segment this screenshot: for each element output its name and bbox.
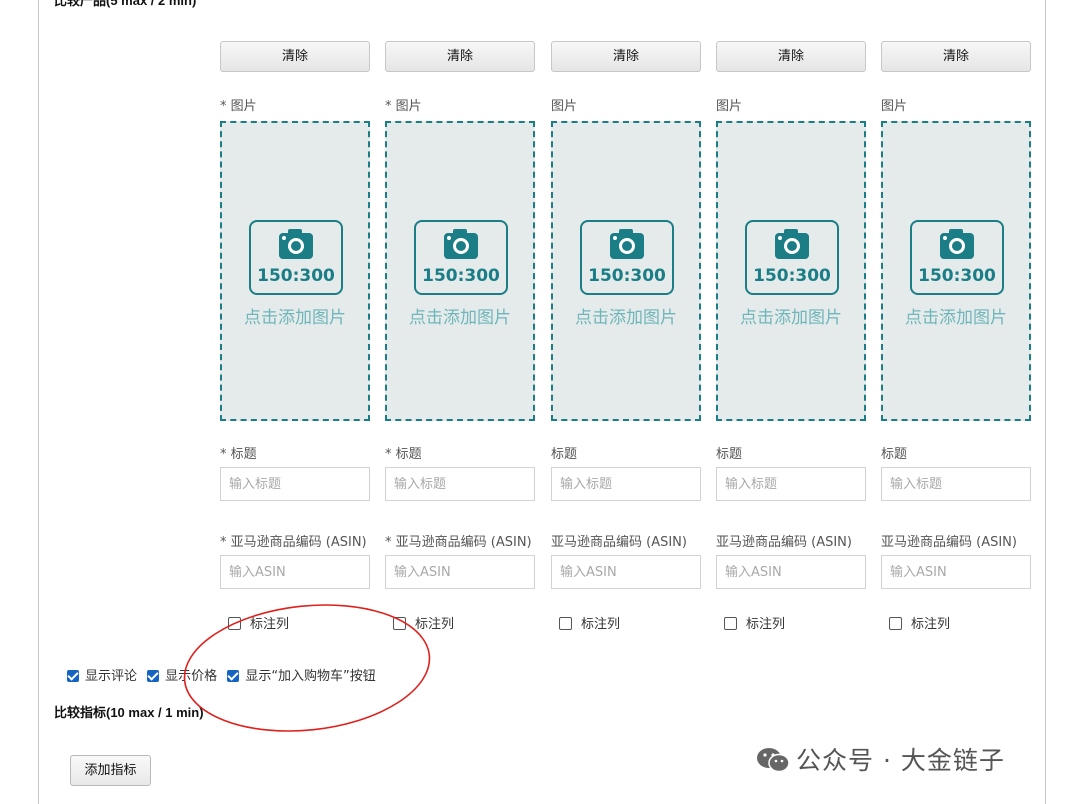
mark-column-label: 标注列: [911, 617, 951, 632]
compare-products-title: 比较产品(5 max / 2 min): [54, 0, 197, 8]
asin-label: 亚马逊商品编码 (ASIN): [881, 535, 1017, 550]
show-price-checkbox[interactable]: [147, 670, 160, 682]
add-image-text: 点击添加图片: [740, 308, 842, 328]
show-reviews-checkbox[interactable]: [67, 670, 79, 682]
clear-button[interactable]: 清除: [716, 41, 866, 72]
add-image-text: 点击添加图片: [905, 308, 1007, 328]
asin-input[interactable]: [385, 555, 535, 589]
image-ratio-text: 150:300: [257, 266, 335, 286]
asin-input[interactable]: [881, 555, 1031, 589]
add-metric-button[interactable]: 添加指标: [70, 755, 151, 786]
add-image-text: 点击添加图片: [244, 308, 346, 328]
asin-input[interactable]: [551, 555, 701, 589]
add-image-text: 点击添加图片: [575, 308, 677, 328]
camera-icon: [775, 229, 809, 259]
add-image-text: 点击添加图片: [409, 308, 511, 328]
mark-column-label: 标注列: [581, 617, 621, 632]
image-label: 图片: [551, 99, 578, 114]
image-ratio-text: 150:300: [753, 266, 831, 286]
asin-label: * 亚马逊商品编码 (ASIN): [220, 535, 367, 550]
image-label: * 图片: [220, 99, 257, 114]
clear-button[interactable]: 清除: [385, 41, 535, 72]
image-placeholder-frame: 150:300: [414, 220, 508, 295]
clear-button[interactable]: 清除: [551, 41, 701, 72]
mark-column-option: 标注列: [559, 613, 620, 632]
annotation-circle: [183, 604, 431, 732]
title-input[interactable]: [551, 467, 701, 501]
image-upload-area[interactable]: 150:300 点击添加图片: [716, 121, 866, 421]
asin-label: * 亚马逊商品编码 (ASIN): [385, 535, 532, 550]
image-placeholder-frame: 150:300: [910, 220, 1004, 295]
mark-column-checkbox[interactable]: [559, 617, 572, 630]
asin-label: 亚马逊商品编码 (ASIN): [716, 535, 852, 550]
image-label: 图片: [716, 99, 743, 114]
watermark: 公众号 · 大金链子: [756, 741, 1005, 777]
asin-input[interactable]: [716, 555, 866, 589]
watermark-text: 公众号 · 大金链子: [796, 746, 1005, 775]
image-placeholder-frame: 150:300: [580, 220, 674, 295]
title-input[interactable]: [716, 467, 866, 501]
title-label: 标题: [881, 447, 908, 462]
mark-column-checkbox[interactable]: [724, 617, 737, 630]
image-upload-area[interactable]: 150:300 点击添加图片: [385, 121, 535, 421]
image-upload-area[interactable]: 150:300 点击添加图片: [881, 121, 1031, 421]
image-ratio-text: 150:300: [588, 266, 666, 286]
title-label: * 标题: [220, 447, 257, 462]
image-upload-area[interactable]: 150:300 点击添加图片: [220, 121, 370, 421]
image-upload-area[interactable]: 150:300 点击添加图片: [551, 121, 701, 421]
title-label: 标题: [551, 447, 578, 462]
title-label: 标题: [716, 447, 743, 462]
clear-button[interactable]: 清除: [220, 41, 370, 72]
image-placeholder-frame: 150:300: [745, 220, 839, 295]
image-label: 图片: [881, 99, 908, 114]
mark-column-checkbox[interactable]: [889, 617, 902, 630]
image-ratio-text: 150:300: [422, 266, 500, 286]
show-reviews-label: 显示评论: [85, 669, 138, 684]
mark-column-option: 标注列: [889, 613, 950, 632]
asin-input[interactable]: [220, 555, 370, 589]
mark-column-option: 标注列: [724, 613, 785, 632]
title-label: * 标题: [385, 447, 422, 462]
image-placeholder-frame: 150:300: [249, 220, 343, 295]
camera-icon: [940, 229, 974, 259]
mark-column-label: 标注列: [746, 617, 786, 632]
image-label: * 图片: [385, 99, 422, 114]
image-ratio-text: 150:300: [918, 266, 996, 286]
title-input[interactable]: [385, 467, 535, 501]
asin-label: 亚马逊商品编码 (ASIN): [551, 535, 687, 550]
camera-icon: [279, 229, 313, 259]
camera-icon: [444, 229, 478, 259]
clear-button[interactable]: 清除: [881, 41, 1031, 72]
camera-icon: [610, 229, 644, 259]
title-input[interactable]: [881, 467, 1031, 501]
wechat-icon: [757, 748, 790, 773]
title-input[interactable]: [220, 467, 370, 501]
